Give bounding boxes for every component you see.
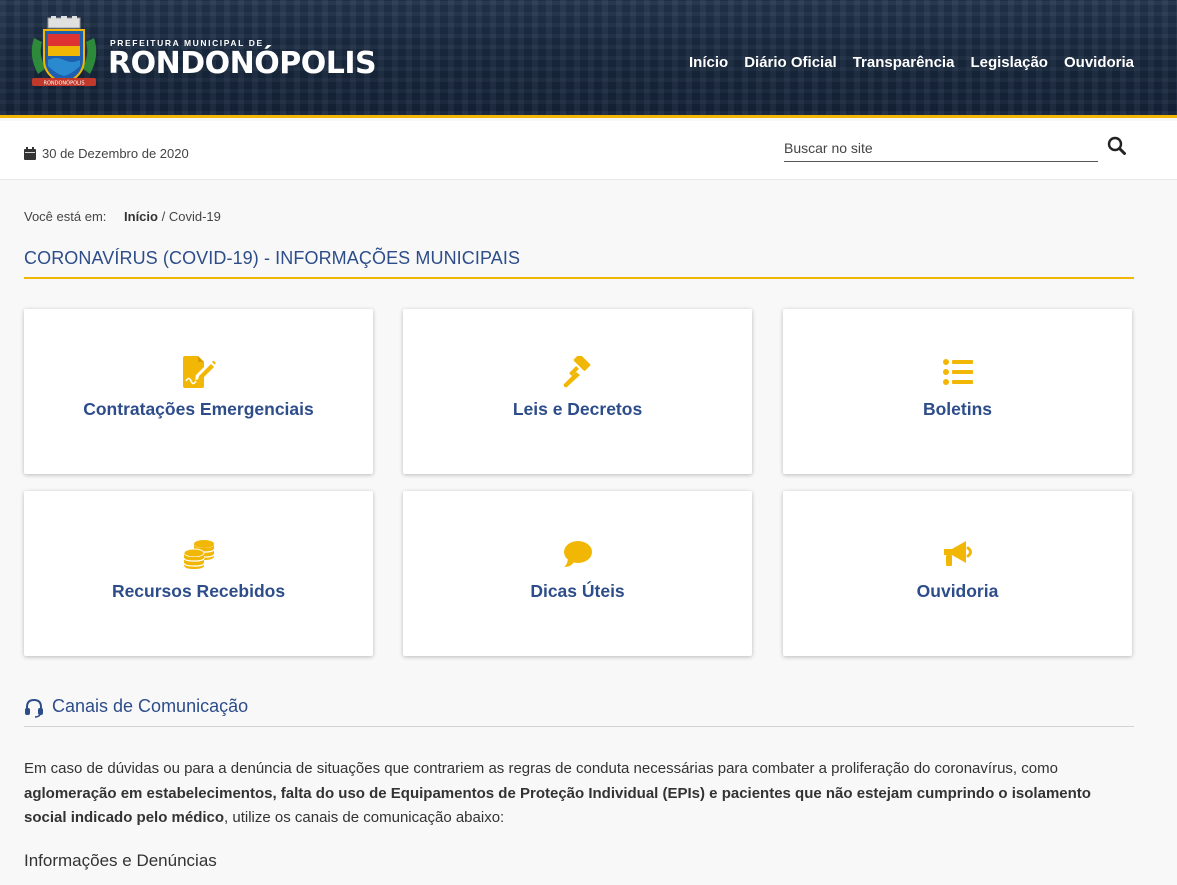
site-header: RONDONÓPOLIS PREFEITURA MUNICIPAL DE RON…: [0, 0, 1177, 118]
calendar-icon: [24, 147, 36, 160]
date-text: 30 de Dezembro de 2020: [42, 146, 189, 161]
breadcrumb-prefix: Você está em:: [24, 209, 107, 224]
card-boletins[interactable]: Boletins: [783, 309, 1132, 474]
nav-legislacao[interactable]: Legislação: [970, 54, 1048, 71]
nav-transparencia[interactable]: Transparência: [853, 54, 955, 71]
paragraph-intro: Em caso de dúvidas ou para a denúncia de…: [24, 760, 1058, 777]
nav-diario-oficial[interactable]: Diário Oficial: [744, 54, 837, 71]
file-signature-icon: [181, 354, 217, 390]
search-input[interactable]: [784, 135, 1098, 162]
current-date: 30 de Dezembro de 2020: [24, 146, 189, 161]
list-icon: [940, 354, 976, 390]
headset-icon: [25, 698, 43, 718]
coins-icon: [181, 536, 217, 572]
card-leis-e-decretos[interactable]: Leis e Decretos: [403, 309, 752, 474]
paragraph-end: , utilize os canais de comunicação abaix…: [224, 809, 505, 826]
logo-title: RONDONÓPOLIS: [108, 46, 377, 81]
card-ouvidoria[interactable]: Ouvidoria: [783, 491, 1132, 656]
city-crest-icon: RONDONÓPOLIS: [31, 16, 97, 87]
bullhorn-icon: [940, 536, 976, 572]
card-recursos-recebidos[interactable]: Recursos Recebidos: [24, 491, 373, 656]
card-label: Ouvidoria: [916, 581, 999, 601]
section-title: Canais de Comunicação: [24, 696, 1134, 727]
breadcrumb: Você está em: Início / Covid-19: [24, 209, 221, 224]
nav-ouvidoria[interactable]: Ouvidoria: [1064, 54, 1134, 71]
gavel-icon: [560, 354, 596, 390]
card-label: Leis e Decretos: [512, 399, 643, 419]
section-title-text: Canais de Comunicação: [52, 696, 249, 716]
breadcrumb-home-link[interactable]: Início: [124, 209, 158, 224]
section-paragraph: Em caso de dúvidas ou para a denúncia de…: [24, 757, 1136, 831]
card-label: Dicas Úteis: [530, 581, 625, 601]
breadcrumb-current: Covid-19: [168, 209, 221, 224]
site-logo[interactable]: RONDONÓPOLIS PREFEITURA MUNICIPAL DE RON…: [24, 16, 377, 96]
svg-text:RONDONÓPOLIS: RONDONÓPOLIS: [44, 80, 85, 87]
paragraph-bold: aglomeração em estabelecimentos, falta d…: [24, 784, 1091, 827]
card-label: Boletins: [922, 399, 993, 419]
page-title: CORONAVÍRUS (COVID-19) - INFORMAÇÕES MUN…: [24, 248, 1134, 279]
main-nav: Início Diário Oficial Transparência Legi…: [689, 54, 1134, 71]
card-label: Contratações Emergenciais: [83, 399, 314, 419]
comment-icon: [560, 536, 596, 572]
breadcrumb-separator: /: [161, 209, 166, 224]
search-icon[interactable]: [1106, 135, 1128, 157]
card-dicas-uteis[interactable]: Dicas Úteis: [403, 491, 752, 656]
nav-inicio[interactable]: Início: [689, 54, 728, 71]
card-contratacoes-emergenciais[interactable]: Contratações Emergenciais: [24, 309, 373, 474]
subheading-informacoes-denuncias: Informações e Denúncias: [24, 851, 217, 870]
card-label: Recursos Recebidos: [111, 581, 286, 601]
top-bar: 30 de Dezembro de 2020: [0, 121, 1177, 180]
